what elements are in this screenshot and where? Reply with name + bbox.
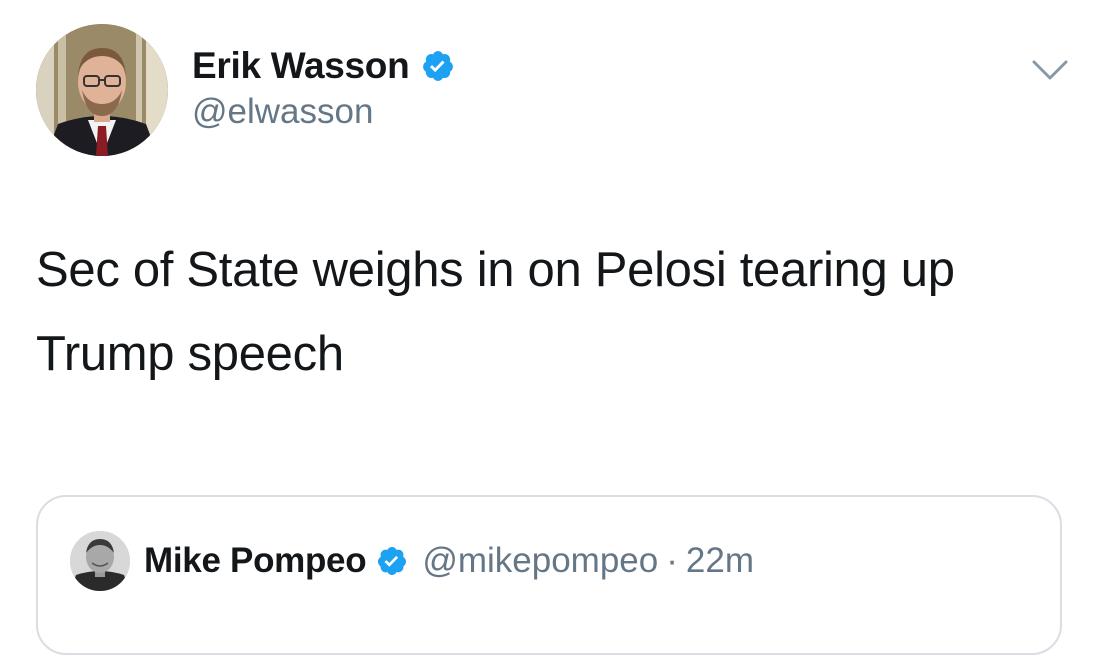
quoted-author-row: Mike Pompeo @mikepompeo · 22m: [144, 537, 754, 585]
tweet-text: Sec of State weighs in on Pelosi tearing…: [36, 243, 955, 381]
quoted-author-avatar-image: [70, 531, 130, 591]
quoted-author-avatar[interactable]: [70, 531, 130, 591]
author-handle[interactable]: @elwasson: [192, 92, 373, 132]
quoted-tweet-card[interactable]: Mike Pompeo @mikepompeo · 22m: [36, 495, 1062, 655]
author-avatar-image: [36, 24, 168, 156]
quoted-author-handle[interactable]: @mikepompeo: [422, 541, 658, 581]
quoted-author-display-name[interactable]: Mike Pompeo: [144, 541, 367, 581]
separator-dot: ·: [666, 541, 678, 580]
author-avatar[interactable]: [36, 24, 168, 156]
quoted-tweet-timestamp[interactable]: 22m: [686, 541, 754, 581]
author-name-row: Erik Wasson: [192, 42, 455, 90]
tweet[interactable]: Erik Wasson @elwasson Sec of State weigh…: [0, 0, 1098, 655]
author-display-name[interactable]: Erik Wasson: [192, 45, 410, 87]
chevron-down-icon[interactable]: [1030, 56, 1070, 84]
verified-badge-icon: [376, 545, 408, 577]
verified-badge-icon: [421, 49, 455, 83]
